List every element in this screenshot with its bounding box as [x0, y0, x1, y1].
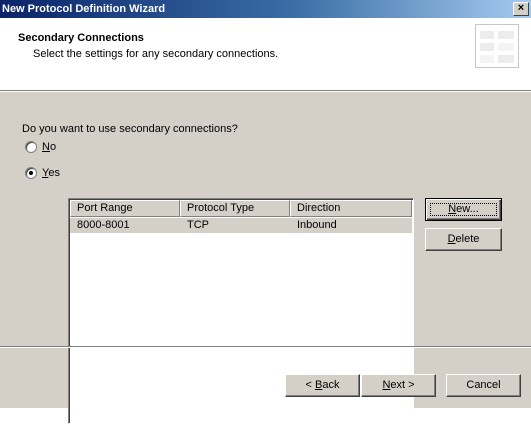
column-header-direction[interactable]: Direction: [290, 200, 412, 217]
cell-port-range: 8000-8001: [77, 219, 130, 231]
radio-yes-label: Yes: [42, 167, 60, 179]
delete-button[interactable]: Delete: [425, 228, 502, 251]
radio-no-label: No: [42, 141, 57, 153]
wizard-header: Secondary Connections Select the setting…: [0, 18, 531, 90]
title-bar: New Protocol Definition Wizard ×: [0, 0, 531, 18]
table-row[interactable]: 8000-8001 TCP Inbound: [70, 218, 412, 233]
question-label: Do you want to use secondary connections…: [22, 123, 238, 135]
cell-protocol-type: TCP: [187, 219, 209, 231]
cancel-button[interactable]: Cancel: [446, 374, 521, 397]
close-button[interactable]: ×: [513, 2, 529, 16]
new-button[interactable]: New...: [425, 198, 502, 221]
radio-no-indicator[interactable]: [25, 141, 37, 153]
wizard-body: Do you want to use secondary connections…: [0, 92, 531, 424]
radio-yes[interactable]: Yes: [25, 167, 60, 179]
window-title: New Protocol Definition Wizard: [2, 3, 166, 15]
wizard-banner-icon: [475, 24, 519, 68]
focus-rect: [430, 203, 497, 216]
page-subtitle: Select the settings for any secondary co…: [33, 48, 279, 60]
cell-direction: Inbound: [297, 219, 337, 231]
next-button[interactable]: Next >: [361, 374, 436, 397]
close-icon: ×: [517, 2, 525, 14]
radio-yes-indicator[interactable]: [25, 167, 37, 179]
column-header-port-range[interactable]: Port Range: [70, 200, 180, 217]
footer-divider: [0, 346, 531, 348]
list-header: Port Range Protocol Type Direction: [70, 200, 412, 217]
radio-no[interactable]: No: [25, 141, 56, 153]
back-button[interactable]: < Back: [285, 374, 360, 397]
column-header-protocol-type[interactable]: Protocol Type: [180, 200, 290, 217]
page-title: Secondary Connections: [18, 32, 144, 44]
